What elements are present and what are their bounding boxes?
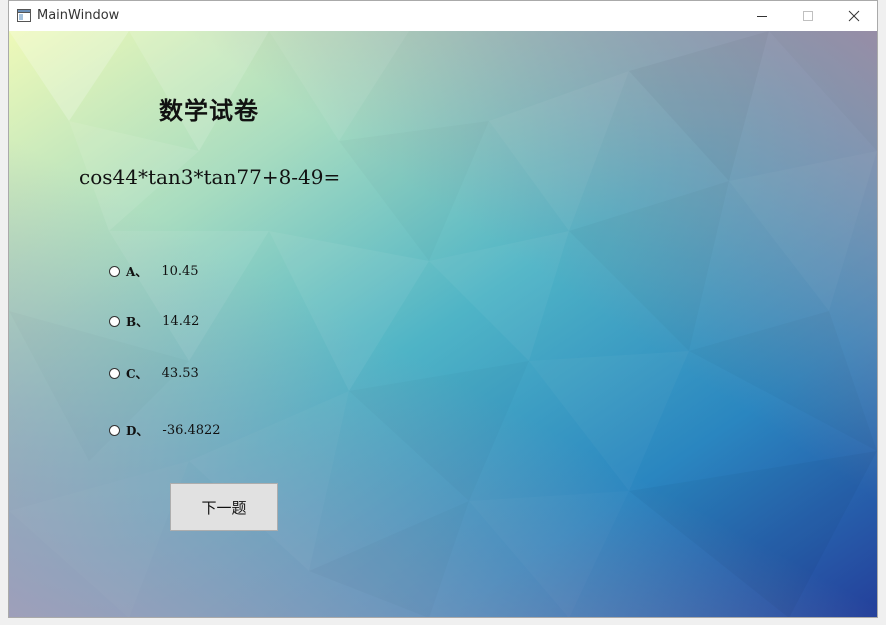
option-letter: C、: [126, 366, 148, 381]
option-d[interactable]: D、 -36.4822: [109, 420, 221, 440]
radio-button-c[interactable]: [109, 367, 120, 379]
client-area: 数学试卷 cos44*tan3*tan77+8-49= A、 10.45 B、 …: [9, 31, 877, 617]
option-value: -36.4822: [162, 422, 221, 438]
option-letter: D、: [126, 423, 149, 438]
next-question-button[interactable]: 下一题: [170, 483, 278, 531]
option-value: 14.42: [162, 313, 200, 329]
question-text: cos44*tan3*tan77+8-49=: [79, 165, 341, 189]
app-window-icon: [17, 9, 31, 22]
option-a[interactable]: A、 10.45: [109, 261, 199, 281]
option-b[interactable]: B、 14.42: [109, 311, 199, 331]
close-button[interactable]: [831, 1, 877, 31]
option-letter: A、: [126, 264, 148, 279]
main-window: MainWindow 数学试卷 cos44*tan3*tan77+8-49= A…: [8, 0, 878, 618]
option-c[interactable]: C、 43.53: [109, 363, 199, 383]
window-title: MainWindow: [37, 8, 120, 23]
maximize-button[interactable]: [785, 1, 831, 31]
radio-button-a[interactable]: [109, 265, 120, 277]
maximize-icon: [803, 11, 813, 21]
radio-button-b[interactable]: [109, 315, 120, 327]
title-bar[interactable]: MainWindow: [9, 1, 877, 31]
radio-button-d[interactable]: [109, 424, 120, 436]
minimize-icon: [757, 16, 767, 17]
minimize-button[interactable]: [739, 1, 785, 31]
option-letter: B、: [126, 314, 149, 329]
close-icon: [848, 10, 860, 22]
option-value: 43.53: [161, 365, 199, 381]
paper-title: 数学试卷: [159, 97, 259, 125]
option-value: 10.45: [161, 263, 199, 279]
